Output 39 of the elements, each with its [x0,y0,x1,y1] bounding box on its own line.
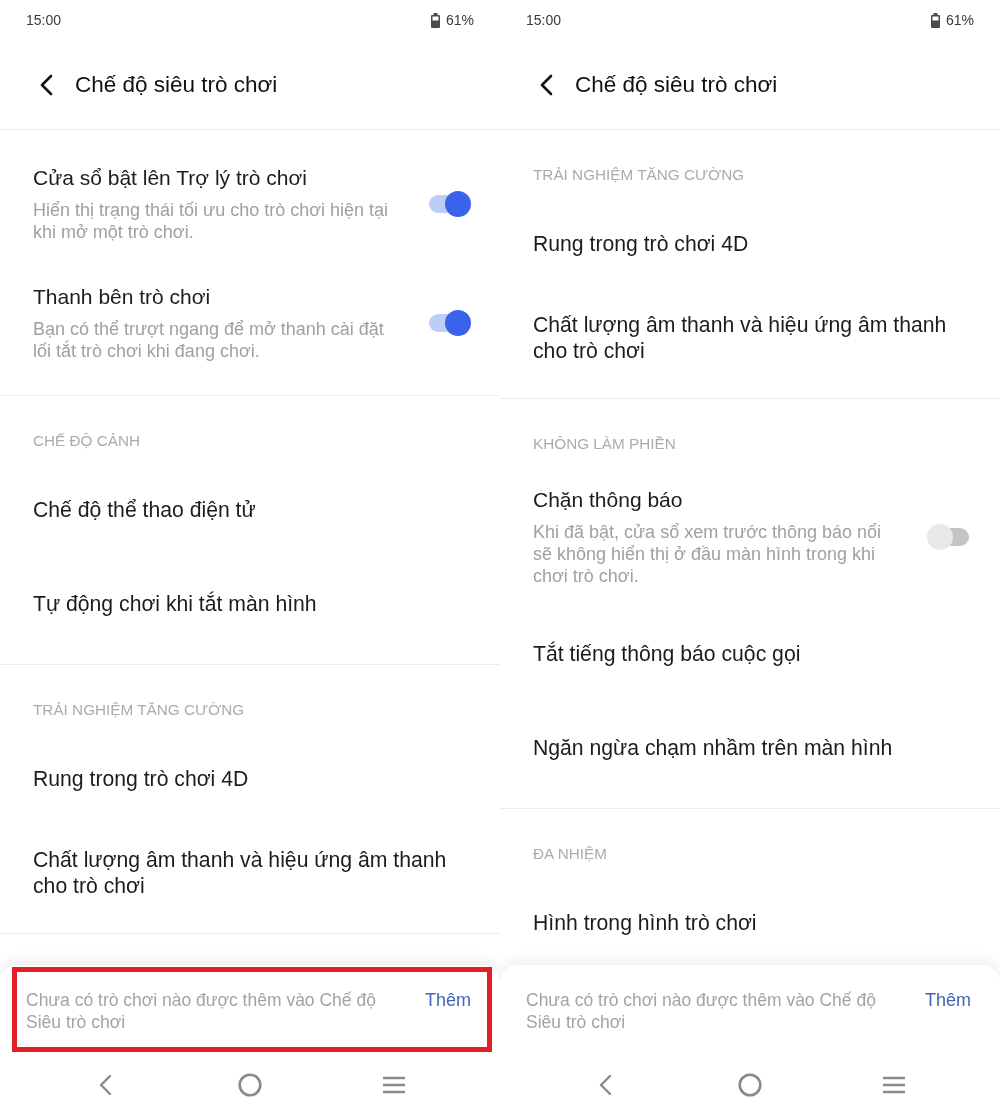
settings-item[interactable]: Chất lượng âm thanh và hiệu ứng âm thanh cho trò chơi [33,847,468,899]
empty-games-message: Chưa có trò chơi nào được thêm vào Chế độ Siêu trò chơi [26,989,377,1033]
battery-icon [430,12,440,28]
settings-item[interactable]: Rung trong trò chơi 4D [533,231,968,257]
section-header: CHẾ ĐỘ CẢNH [33,431,141,451]
setting-title: Cửa sổ bật lên Trợ lý trò chơi [33,165,307,191]
page-title: Chế độ siêu trò chơi [575,70,778,99]
page-title: Chế độ siêu trò chơi [75,70,278,99]
battery-percentage: 61% [445,10,474,30]
settings-item[interactable]: Hình trong hình trò chơi [533,910,968,936]
home-icon[interactable] [738,1073,762,1097]
add-button[interactable]: Thêm [925,989,971,1011]
settings-item[interactable]: Tắt tiếng thông báo cuộc gọi [533,641,968,667]
toggle-switch[interactable] [927,523,971,550]
settings-item[interactable]: Chế độ thể thao điện tử [33,497,468,523]
toggle-switch[interactable] [427,190,471,217]
section-header: TRẢI NGHIỆM TĂNG CƯỜNG [533,165,745,185]
settings-item[interactable]: Ngăn ngừa chạm nhầm trên màn hình [533,735,968,761]
status-time: 15:00 [26,10,62,30]
section-header: KHÔNG LÀM PHIỀN [533,434,676,454]
empty-games-message: Chưa có trò chơi nào được thêm vào Chế độ Siêu trò chơi [526,989,877,1033]
home-icon[interactable] [238,1073,262,1097]
setting-description: Bạn có thể trượt ngang để mở thanh cài đặt lối tắt trò chơi khi đang chơi. [33,318,385,362]
setting-title: Thanh bên trò chơi [33,284,211,310]
settings-item[interactable]: Chất lượng âm thanh và hiệu ứng âm thanh cho trò chơi [533,312,968,364]
back-icon[interactable] [38,73,54,96]
toggle-switch[interactable] [427,309,471,336]
setting-description: Hiển thị trạng thái tối ưu cho trò chơi hiện tại khi mở một trò chơi. [33,199,390,243]
section-header: TRẢI NGHIỆM TĂNG CƯỜNG [33,700,245,720]
section-header: ĐA NHIỆM [533,844,607,864]
back-icon[interactable] [538,73,554,96]
battery-percentage: 61% [945,10,974,30]
add-button[interactable]: Thêm [425,989,471,1011]
setting-title: Chặn thông báo [533,487,683,513]
battery-icon [930,12,940,28]
settings-item[interactable]: Tự động chơi khi tắt màn hình [33,591,468,617]
settings-item[interactable]: Rung trong trò chơi 4D [33,766,468,792]
status-time: 15:00 [526,10,562,30]
setting-description: Khi đã bật, cửa sổ xem trước thông báo nổi sẽ không hiển thị ở đầu màn hình trong khi chơi trò chơi. [533,521,883,587]
